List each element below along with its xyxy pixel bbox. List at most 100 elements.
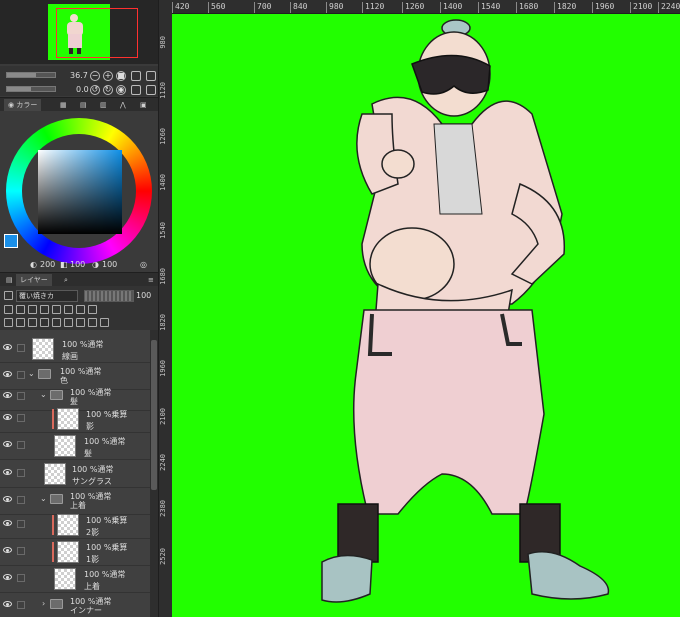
flip-horizontal-icon[interactable]	[131, 85, 141, 95]
visibility-eye-icon[interactable]	[3, 469, 12, 475]
blend-mode-select[interactable]: 覆い焼きカ	[16, 290, 78, 302]
opacity-value[interactable]: 100	[136, 291, 151, 300]
zoom-value[interactable]: 36.7	[70, 71, 88, 80]
chevron-right-icon[interactable]: ›	[42, 599, 45, 608]
new-raster-layer-icon[interactable]	[4, 318, 13, 327]
new-folder-icon[interactable]	[28, 318, 37, 327]
v-ruler-tick: 1260	[159, 128, 167, 145]
color-spec-icon[interactable]: ◎	[140, 260, 147, 269]
visibility-eye-icon[interactable]	[3, 547, 12, 553]
layer-name: 線画	[62, 352, 78, 361]
color-panel-tabs: ◉ カラー ▦ ▤ ▥ ⋀ ▣	[0, 97, 158, 111]
visibility-eye-icon[interactable]	[3, 371, 12, 377]
visibility-eye-icon[interactable]	[3, 392, 12, 398]
layer-row[interactable]: 100 %通常 上着	[0, 566, 150, 593]
visibility-eye-icon[interactable]	[3, 601, 12, 607]
lock-icon[interactable]	[40, 305, 49, 314]
mask-range-icon[interactable]	[76, 305, 85, 314]
layer-lock-checkbox[interactable]	[17, 371, 25, 379]
reference-icon[interactable]	[16, 305, 25, 314]
tab-color-set-icon[interactable]: ▦	[56, 99, 71, 111]
delete-layer-icon[interactable]	[100, 318, 109, 327]
layer-thumbnail	[32, 338, 54, 360]
actual-size-icon[interactable]	[146, 71, 156, 81]
h-ruler-tick: 700	[254, 2, 271, 13]
layer-lock-checkbox[interactable]	[17, 414, 25, 422]
chevron-down-icon[interactable]: ⌄	[40, 494, 47, 503]
layer-row[interactable]: 100 %乗算 1影	[0, 539, 150, 566]
clip-icon[interactable]	[4, 305, 13, 314]
layer-lock-checkbox[interactable]	[17, 520, 25, 528]
h-ruler-tick: 1680	[516, 2, 538, 13]
layer-lock-checkbox[interactable]	[17, 392, 25, 400]
transfer-down-icon[interactable]	[40, 318, 49, 327]
zoom-slider[interactable]	[6, 72, 56, 78]
tab-color-history-icon[interactable]: ▥	[96, 99, 111, 111]
chevron-down-icon[interactable]: ⌄	[40, 390, 47, 399]
fit-window-icon[interactable]	[131, 71, 141, 81]
visibility-eye-icon[interactable]	[3, 414, 12, 420]
create-mask-icon[interactable]	[64, 318, 73, 327]
mask-selection-icon[interactable]	[88, 318, 97, 327]
layer-panel-header: ▤ レイヤー ⌕ ≡ 覆い焼きカ 100	[0, 272, 158, 330]
layer-row[interactable]: 100 %乗算 2影	[0, 512, 150, 539]
tab-layer-search-icon[interactable]: ⌕	[60, 274, 72, 286]
visibility-eye-icon[interactable]	[3, 496, 12, 502]
mask-enable-icon[interactable]	[64, 305, 73, 314]
merge-down-icon[interactable]	[52, 318, 61, 327]
draft-icon[interactable]	[28, 305, 37, 314]
tab-color-slider-icon[interactable]: ▤	[76, 99, 91, 111]
visibility-eye-icon[interactable]	[3, 344, 12, 350]
folder-icon	[50, 599, 63, 609]
scrollbar-thumb[interactable]	[151, 340, 157, 490]
visibility-eye-icon[interactable]	[3, 574, 12, 580]
zoom-out-icon[interactable]: −	[90, 71, 100, 81]
visibility-eye-icon[interactable]	[3, 441, 12, 447]
tab-color-wheel[interactable]: ◉ カラー	[4, 99, 42, 111]
main-color-swatch[interactable]	[4, 234, 18, 248]
layer-mode: 100 %通常	[84, 570, 126, 579]
new-vector-layer-icon[interactable]	[16, 318, 25, 327]
visibility-eye-icon[interactable]	[3, 520, 12, 526]
layer-lock-checkbox[interactable]	[17, 469, 25, 477]
zoom-fit-icon[interactable]: ■	[116, 71, 126, 81]
opacity-slider[interactable]	[84, 290, 134, 302]
layer-row[interactable]: 100 %乗算 影	[0, 406, 150, 433]
v-ruler-tick: 2100	[159, 408, 167, 425]
drawing-canvas[interactable]	[172, 14, 680, 617]
layer-lock-checkbox[interactable]	[17, 496, 25, 504]
navigator-view-frame[interactable]	[56, 8, 138, 58]
chevron-down-icon[interactable]: ⌄	[28, 369, 35, 378]
layer-name: インナー	[70, 606, 102, 615]
rotate-value[interactable]: 0.0	[76, 85, 89, 94]
layer-list-scrollbar[interactable]	[150, 330, 158, 617]
layer-lock-checkbox[interactable]	[17, 574, 25, 582]
layer-lock-checkbox[interactable]	[17, 344, 25, 352]
apply-mask-icon[interactable]	[76, 318, 85, 327]
layer-row[interactable]: › 100 %通常 インナー	[0, 593, 150, 617]
left-panel: 36.7 − + ■ 0.0 ↺ ↻ ◉ ◉ カラー ▦ ▤ ▥ ⋀ ▣ ◐ 2…	[0, 0, 158, 617]
flip-vertical-icon[interactable]	[146, 85, 156, 95]
clipping-marker	[52, 542, 54, 562]
palette-color-icon[interactable]	[88, 305, 97, 314]
rotate-right-icon[interactable]: ↻	[103, 85, 113, 95]
rotate-reset-icon[interactable]: ◉	[116, 85, 126, 95]
panel-menu-icon[interactable]: ≡	[144, 274, 158, 286]
rotate-slider[interactable]	[6, 86, 56, 92]
tab-approx-icon[interactable]: ▣	[136, 99, 151, 111]
layer-lock-checkbox[interactable]	[17, 441, 25, 449]
layer-lock-checkbox[interactable]	[17, 547, 25, 555]
horizontal-ruler: 420 560 700 840 980 1120 1260 1400 1540 …	[172, 0, 680, 14]
saturation-value-square[interactable]	[38, 150, 122, 234]
rotate-left-icon[interactable]: ↺	[90, 85, 100, 95]
layer-row[interactable]: 100 %通常 髪	[0, 433, 150, 460]
tab-intermediate-icon[interactable]: ⋀	[116, 99, 130, 111]
layer-row[interactable]: 100 %通常 線画	[0, 336, 150, 363]
zoom-in-icon[interactable]: +	[103, 71, 113, 81]
layer-row[interactable]: 100 %通常 サングラス	[0, 461, 150, 488]
layer-row[interactable]: ⌄ 100 %通常 上着	[0, 488, 150, 515]
tab-layer[interactable]: レイヤー	[16, 274, 52, 286]
layer-lock-checkbox[interactable]	[17, 601, 25, 609]
lock-transparency-icon[interactable]	[52, 305, 61, 314]
v-ruler-tick: 2380	[159, 500, 167, 517]
